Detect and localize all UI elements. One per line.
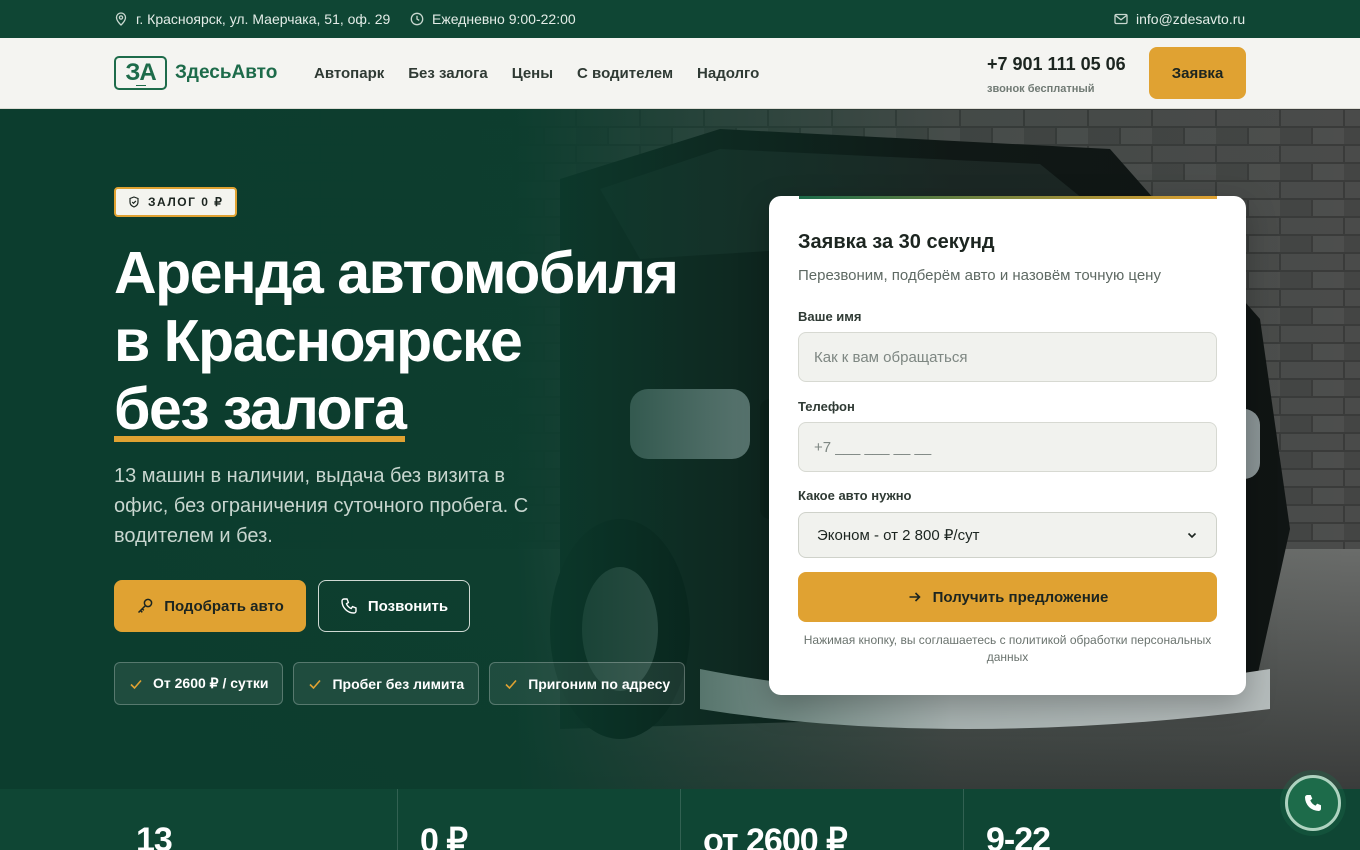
logo-mark: ЗА <box>114 56 167 90</box>
check-icon <box>130 679 142 689</box>
order-button[interactable]: Заявка <box>1149 47 1246 99</box>
phone-input[interactable]: +7 ___ ___ __ __ <box>798 422 1217 472</box>
shield-icon <box>129 196 139 208</box>
stat-value: 0 ₽ <box>420 822 468 850</box>
hours-item: Ежедневно 9:00-22:00 <box>410 0 576 38</box>
hero-section: ЗАЛОГ 0 ₽ Аренда автомобиля в Красноярск… <box>0 109 1360 789</box>
phone-number[interactable]: +7 901 111 05 06 <box>987 54 1126 75</box>
stat-value: от 2600 ₽ <box>703 822 848 850</box>
address-item: г. Красноярск, ул. Маерчака, 51, оф. 29 <box>114 0 390 38</box>
top-info-bar: г. Красноярск, ул. Маерчака, 51, оф. 29 … <box>0 0 1360 38</box>
name-input[interactable]: Как к вам обращаться <box>798 332 1217 382</box>
badge-text: ЗАЛОГ 0 ₽ <box>148 195 224 209</box>
request-form-card: Заявка за 30 секунд Перезвоним, подберём… <box>769 196 1246 695</box>
form-subtitle: Перезвоним, подберём авто и назовём точн… <box>798 267 1161 284</box>
stats-bar: 13 0 ₽ от 2600 ₽ 9-22 <box>0 789 1360 850</box>
pick-car-label: Подобрать авто <box>164 597 284 615</box>
feature-chip: От 2600 ₽ / сутки <box>114 662 284 705</box>
stat-item: 13 <box>114 789 397 850</box>
card-accent-line <box>799 196 1217 199</box>
email-text: info@zdesavto.ru <box>1136 11 1246 27</box>
feature-chip: Пробег без лимита <box>293 662 480 705</box>
feature-chip-label: Пригоним по адресу <box>528 675 671 692</box>
feature-chip-label: Пробег без лимита <box>332 675 465 692</box>
address-text: г. Красноярск, ул. Маерчака, 51, оф. 29 <box>136 11 391 27</box>
key-icon <box>138 598 153 614</box>
phone-label: Телефон <box>798 399 855 414</box>
stat-item: 0 ₽ <box>397 789 680 850</box>
stat-item: 9-22 <box>963 789 1246 850</box>
hero-title: Аренда автомобиля в Красноярске без зало… <box>114 239 679 443</box>
check-icon <box>309 679 322 689</box>
car-label: Какое авто нужно <box>798 488 912 503</box>
hero-subtitle: 13 машин в наличии, выдача без визита в … <box>114 465 529 547</box>
car-select[interactable]: Эконом - от 2 800 ₽/сут <box>798 512 1217 558</box>
nav-item-prices[interactable]: Цены <box>512 65 553 82</box>
arrow-right-icon <box>909 592 921 602</box>
main-nav: Автопарк Без залога Цены С водителем Над… <box>314 38 759 108</box>
name-label: Ваше имя <box>798 309 862 324</box>
logo[interactable]: ЗА ЗдесьАвто <box>114 56 277 90</box>
submit-label: Получить предложение <box>932 588 1109 606</box>
phone-icon <box>1305 794 1322 811</box>
phone-note: звонок бесплатный <box>987 83 1095 95</box>
car-select-value: Эконом - от 2 800 ₽/сут <box>817 527 980 544</box>
feature-chips: От 2600 ₽ / сутки Пробег без лимита Приг… <box>114 662 686 705</box>
nav-item-autopark[interactable]: Автопарк <box>314 65 384 82</box>
header-phone[interactable]: +7 901 111 05 06 звонок бесплатный <box>987 54 1126 95</box>
hours-text: Ежедневно 9:00-22:00 <box>432 11 576 27</box>
check-icon <box>505 679 517 689</box>
nav-item-with-driver[interactable]: С водителем <box>577 65 673 82</box>
deposit-badge: ЗАЛОГ 0 ₽ <box>114 187 238 217</box>
floating-call-button[interactable] <box>1285 775 1341 831</box>
privacy-note: Нажимая кнопку, вы соглашаетесь с полити… <box>803 633 1212 664</box>
stat-value: 13 <box>136 821 173 850</box>
feature-chip: Пригоним по адресу <box>489 662 686 705</box>
stat-item: от 2600 ₽ <box>680 789 963 850</box>
form-title: Заявка за 30 секунд <box>798 231 995 253</box>
hero-title-line2: в Красноярске <box>114 308 523 374</box>
feature-chip-label: От 2600 ₽ / сутки <box>153 675 269 691</box>
location-pin-icon <box>115 12 127 26</box>
phone-icon <box>341 598 357 614</box>
pick-car-button[interactable]: Подобрать авто <box>114 580 306 632</box>
submit-button[interactable]: Получить предложение <box>798 572 1217 622</box>
stat-value: 9-22 <box>986 821 1051 850</box>
call-label: Позвонить <box>367 597 449 615</box>
hero-title-accent: без залога <box>114 376 407 442</box>
nav-item-long-term[interactable]: Надолго <box>697 65 759 82</box>
hero-title-line1: Аренда автомобиля <box>114 240 679 306</box>
nav-item-no-deposit[interactable]: Без залога <box>408 65 487 82</box>
email-link[interactable]: info@zdesavto.ru <box>1114 0 1245 38</box>
chevron-down-icon <box>1187 532 1197 539</box>
clock-icon <box>410 12 424 26</box>
site-header: ЗА ЗдесьАвто Автопарк Без залога Цены С … <box>0 38 1360 109</box>
call-button[interactable]: Позвонить <box>318 580 470 632</box>
mail-icon <box>1114 13 1128 25</box>
logo-text: ЗдесьАвто <box>175 62 278 83</box>
